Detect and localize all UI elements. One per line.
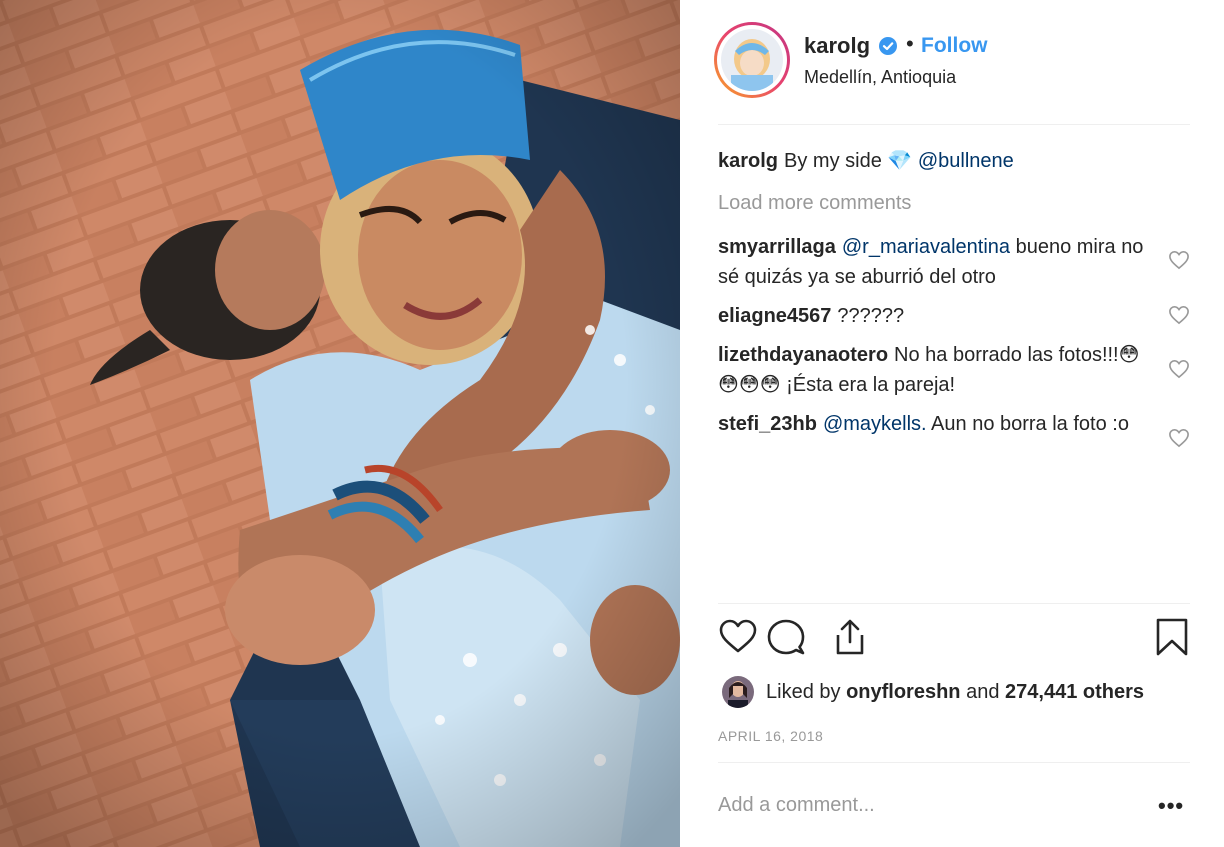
caption-mention[interactable]: @bullnene	[918, 150, 1014, 172]
heart-icon[interactable]	[718, 617, 758, 657]
verified-badge-icon	[879, 37, 897, 55]
likes-and: and	[966, 681, 1000, 703]
avatar-illustration	[721, 29, 783, 91]
comment-like-heart-icon[interactable]	[1168, 359, 1190, 379]
header-separator: •	[906, 31, 914, 56]
load-more-comments-button[interactable]: Load more comments	[718, 192, 911, 215]
comment-mention[interactable]: @maykells.	[823, 413, 927, 435]
post-sidebar: karolg • Follow Medellín, Antioquia karo…	[680, 0, 1224, 847]
liker-avatar[interactable]	[722, 676, 754, 708]
comment-like-heart-icon[interactable]	[1168, 428, 1190, 448]
share-icon[interactable]	[830, 617, 870, 657]
comment-item: stefi_23hb @maykells. Aun no borra la fot…	[718, 409, 1148, 439]
comment-item: lizethdayanaotero No ha borrado las fotos…	[718, 340, 1148, 400]
avatar-image	[721, 29, 783, 91]
post-date[interactable]: APRIL 16, 2018	[718, 728, 823, 744]
comment-mention[interactable]: @r_mariavalentina	[842, 236, 1010, 258]
post-caption: karolg By my side 💎 @bullnene	[718, 148, 1014, 173]
comment-like-heart-icon[interactable]	[1168, 250, 1190, 270]
comment-box-divider	[718, 762, 1190, 763]
liker-avatar-illustration	[722, 676, 754, 708]
comment-item: eliagne4567??????	[718, 301, 1148, 331]
comment-like-heart-icon[interactable]	[1168, 305, 1190, 325]
comment-username[interactable]: eliagne4567	[718, 305, 831, 327]
instagram-post-window: karolg • Follow Medellín, Antioquia karo…	[0, 0, 1224, 847]
likes-text: Liked by onyfloreshn and 274,441 others	[766, 681, 1144, 704]
comment-icon[interactable]	[766, 617, 806, 657]
post-photo[interactable]	[0, 0, 680, 847]
liker-username[interactable]: onyfloreshn	[846, 681, 960, 703]
actions-divider	[718, 603, 1190, 604]
caption-text: By my side 💎	[784, 150, 913, 172]
more-options-icon[interactable]: •••	[1158, 793, 1184, 819]
comment-text: ??????	[837, 305, 905, 327]
caption-username[interactable]: karolg	[718, 150, 778, 172]
post-location[interactable]: Medellín, Antioquia	[804, 67, 956, 88]
bookmark-icon[interactable]	[1152, 617, 1192, 657]
profile-avatar[interactable]	[714, 22, 790, 98]
comment-text: Aun no borra la foto :o	[926, 413, 1129, 435]
post-username[interactable]: karolg	[804, 33, 870, 59]
add-comment-input[interactable]: Add a comment...	[718, 794, 875, 817]
comment-item: smyarrillaga @r_mariavalentina bueno mira…	[718, 232, 1148, 292]
comment-username[interactable]: stefi_23hb	[718, 413, 817, 435]
avatar-border	[717, 25, 787, 95]
post-header: karolg • Follow Medellín, Antioquia	[680, 0, 1224, 120]
likes-count[interactable]: 274,441 others	[1005, 681, 1144, 703]
likes-prefix: Liked by	[766, 681, 841, 703]
header-divider	[718, 124, 1190, 125]
post-photo-illustration	[0, 0, 680, 847]
comment-username[interactable]: lizethdayanaotero	[718, 344, 888, 366]
comment-username[interactable]: smyarrillaga	[718, 236, 836, 258]
post-action-bar	[718, 617, 1190, 661]
follow-button[interactable]: Follow	[921, 34, 988, 58]
